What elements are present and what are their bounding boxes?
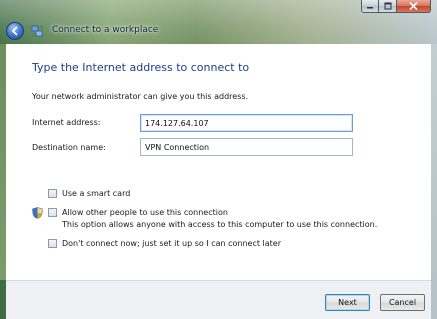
allow-others-label[interactable]: Allow other people to use this connectio… <box>62 207 228 219</box>
network-connection-icon <box>31 25 43 37</box>
dont-connect-option[interactable]: Don't connect now; just set it up so I c… <box>48 238 281 250</box>
cancel-button[interactable]: Cancel <box>380 294 425 311</box>
window-title: Connect to a workplace <box>52 25 159 35</box>
close-button[interactable] <box>397 0 431 13</box>
instruction-text: Your network administrator can give you … <box>32 92 249 101</box>
wizard-footer: Next Cancel <box>6 280 431 319</box>
allow-others-option[interactable]: Allow other people to use this connectio… <box>48 207 228 219</box>
window-frame-right <box>431 44 437 280</box>
close-icon <box>409 2 418 10</box>
back-button[interactable] <box>6 22 24 40</box>
destination-name-label: Destination name: <box>32 143 106 152</box>
dont-connect-checkbox[interactable] <box>48 239 57 248</box>
internet-address-input[interactable] <box>140 114 353 132</box>
uac-shield-icon <box>32 207 43 219</box>
minimize-icon <box>367 7 373 9</box>
minimize-button[interactable] <box>361 0 379 13</box>
smart-card-option[interactable]: Use a smart card <box>48 188 130 200</box>
internet-address-label: Internet address: <box>32 118 101 127</box>
smart-card-label[interactable]: Use a smart card <box>62 188 130 200</box>
next-button[interactable]: Next <box>325 294 370 311</box>
destination-name-input[interactable] <box>140 138 353 156</box>
caption-buttons <box>361 0 431 14</box>
wizard-content: Type the Internet address to connect to … <box>6 44 431 280</box>
maximize-button[interactable] <box>379 0 397 13</box>
back-arrow-icon <box>12 26 18 36</box>
smart-card-checkbox[interactable] <box>48 189 57 198</box>
allow-others-checkbox[interactable] <box>48 208 57 217</box>
maximize-icon <box>384 2 391 10</box>
page-heading: Type the Internet address to connect to <box>32 61 250 74</box>
allow-others-description: This option allows anyone with access to… <box>62 220 378 229</box>
connect-to-workplace-window: Connect to a workplace Type the Internet… <box>0 0 437 319</box>
dont-connect-label[interactable]: Don't connect now; just set it up so I c… <box>62 238 281 250</box>
